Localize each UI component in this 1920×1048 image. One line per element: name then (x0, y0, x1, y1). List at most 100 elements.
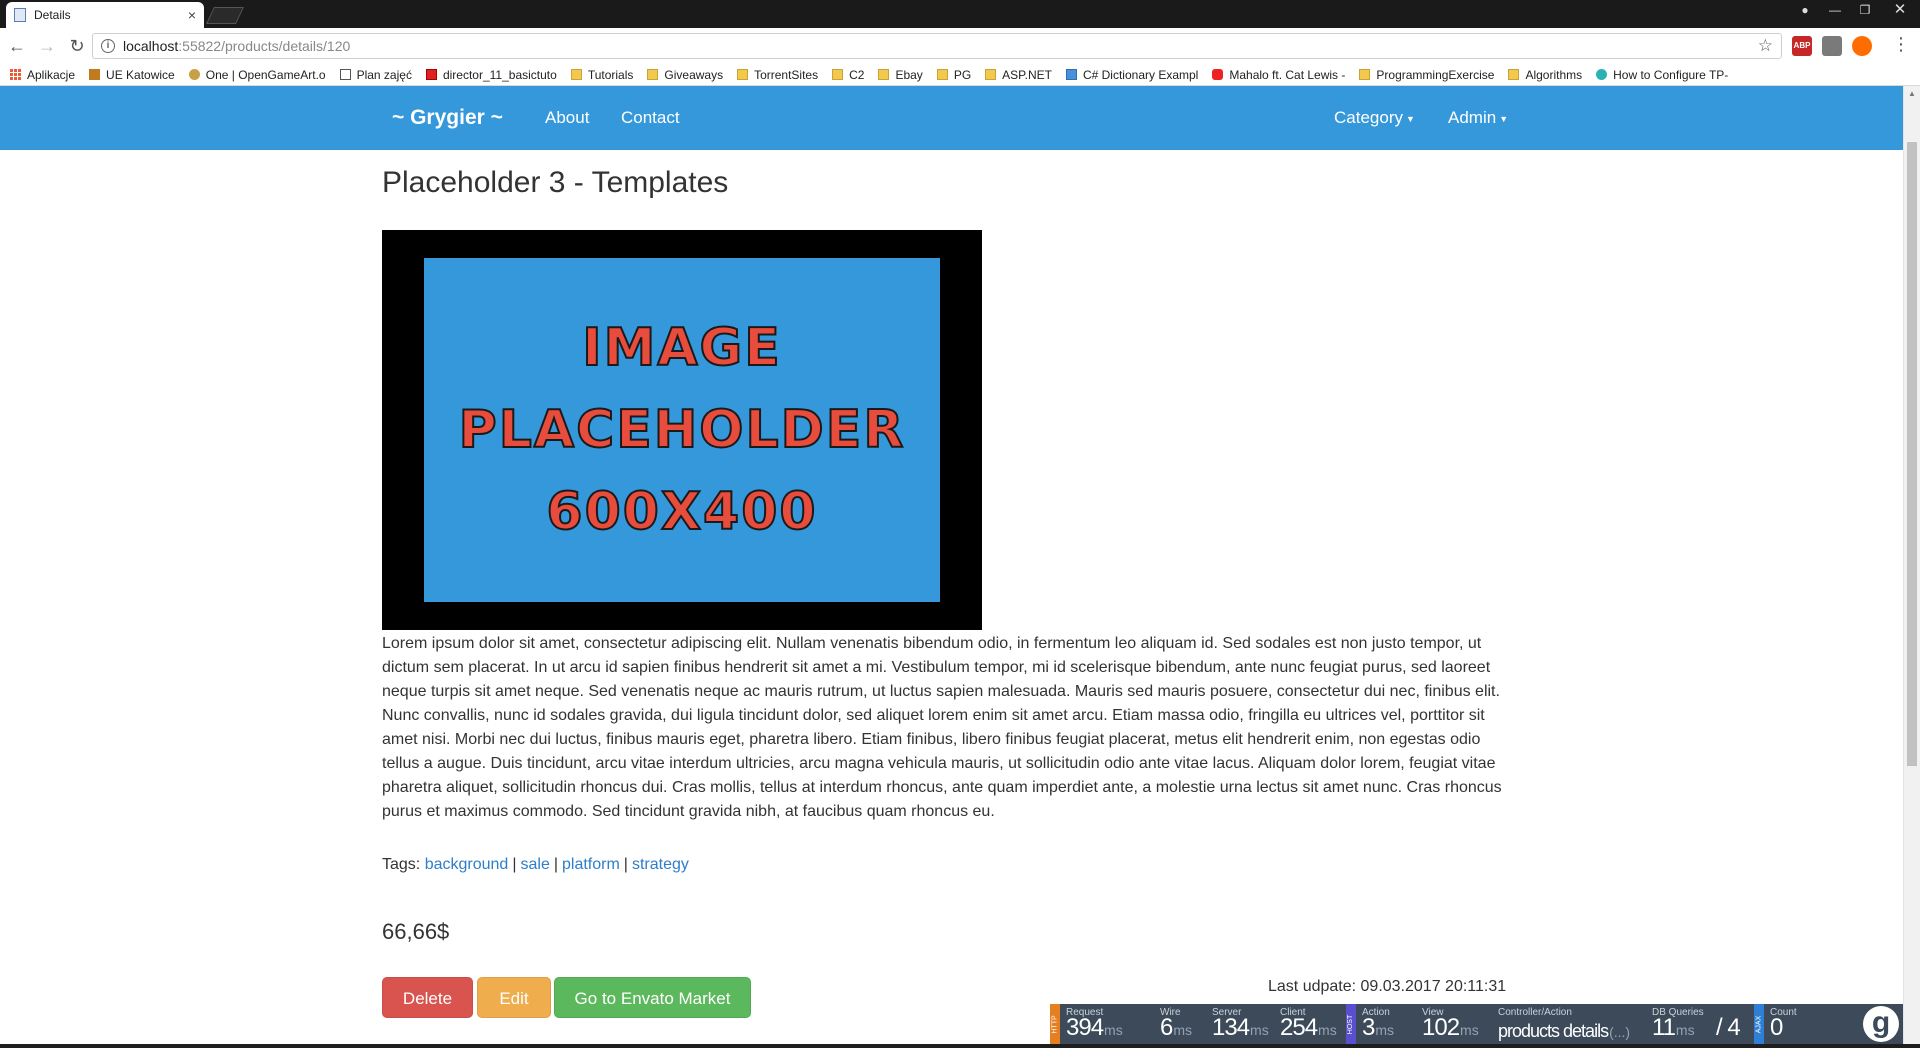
browser-menu-icon[interactable]: ⋮ (1892, 34, 1910, 55)
bookmark-folder[interactable]: TorrentSites (737, 68, 818, 82)
host-section-tab: HOST (1346, 1004, 1356, 1044)
bookmark-item[interactable]: How to Configure TP- (1596, 68, 1728, 82)
tag-link-platform[interactable]: platform (562, 856, 620, 873)
minimize-button[interactable]: — (1820, 0, 1850, 20)
http-section-tab: HTTP (1050, 1004, 1060, 1044)
delete-button[interactable]: Delete (382, 977, 473, 1018)
product-description: Lorem ipsum dolor sit amet, consectetur … (382, 635, 1502, 820)
caret-down-icon: ▼ (1405, 113, 1415, 124)
product-image: IMAGE PLACEHOLDER 600X400 (382, 230, 982, 630)
product-tags: Tags: background | sale | platform | strategy (382, 856, 689, 874)
site-navbar: ~ Grygier ~ About Contact Category ▼ Admi… (0, 86, 1903, 150)
adobe-icon (425, 69, 437, 80)
metric-ajax-count: Count 0 (1770, 1007, 1797, 1041)
tab-title: Details (34, 8, 71, 22)
bookmark-star-icon[interactable]: ☆ (1758, 36, 1773, 56)
bookmark-item[interactable]: C# Dictionary Exampl (1065, 68, 1198, 82)
metric-view: View 102ms (1422, 1007, 1479, 1041)
tag-link-strategy[interactable]: strategy (632, 856, 689, 873)
bookmark-item[interactable]: director_11_basictuto (425, 68, 557, 82)
edit-button[interactable]: Edit (477, 977, 551, 1018)
site-brand-link[interactable]: ~ Grygier ~ (392, 106, 503, 130)
site-icon (1065, 69, 1077, 80)
tag-separator: | (623, 856, 628, 873)
address-bar[interactable]: i localhost:55822/products/details/120 ☆ (92, 33, 1782, 59)
bookmark-folder[interactable]: Giveaways (647, 68, 723, 82)
url-path: :55822/products/details/120 (178, 38, 351, 54)
restore-button[interactable]: ❐ (1850, 0, 1880, 20)
metric-controller-action: Controller/Action products details(...) (1498, 1007, 1631, 1041)
tag-link-background[interactable]: background (425, 856, 509, 873)
envato-market-button[interactable]: Go to Envato Market (554, 977, 751, 1018)
bookmark-item[interactable]: UE Katowice (89, 68, 175, 82)
bookmark-folder[interactable]: Algorithms (1508, 68, 1582, 82)
page-title: Placeholder 3 - Templates (382, 166, 729, 199)
bookmark-item[interactable]: One | OpenGameArt.o (188, 68, 326, 82)
opengameart-icon (188, 69, 200, 80)
folder-icon (570, 69, 582, 80)
forward-arrow-icon[interactable]: → (34, 36, 60, 57)
adblock-plus-icon[interactable]: ABP (1792, 36, 1812, 56)
bookmarks-bar: Aplikacje UE Katowice One | OpenGameArt.… (0, 64, 1920, 86)
site-info-icon[interactable]: i (101, 39, 115, 53)
reload-icon[interactable]: ↻ (64, 36, 90, 57)
nav-contact-link[interactable]: Contact (621, 108, 680, 128)
nav-admin-dropdown[interactable]: Admin ▼ (1448, 108, 1508, 128)
url-host: localhost (123, 38, 179, 54)
apps-grid-icon (10, 69, 21, 80)
caret-down-icon: ▼ (1499, 113, 1509, 124)
bookmark-folder[interactable]: ProgrammingExercise (1359, 68, 1494, 82)
tag-separator: | (512, 856, 517, 873)
browser-tab-bar: Details × ● — ❐ ✕ (0, 0, 1920, 28)
bookmark-folder[interactable]: C2 (832, 68, 864, 82)
bookmark-folder[interactable]: Ebay (878, 68, 923, 82)
scrollbar-thumb[interactable] (1907, 142, 1917, 766)
ue-logo-icon (89, 69, 101, 80)
folder-icon (936, 69, 948, 80)
ajax-section-tab: AJAX (1754, 1004, 1764, 1044)
close-window-button[interactable]: ✕ (1880, 0, 1920, 20)
image-placeholder: IMAGE PLACEHOLDER 600X400 (424, 258, 940, 602)
placeholder-text-line: PLACEHOLDER (458, 399, 906, 461)
metric-server: Server 134ms (1212, 1007, 1269, 1041)
close-tab-icon[interactable]: × (188, 7, 196, 23)
page-icon (339, 69, 351, 80)
folder-icon (878, 69, 890, 80)
browser-tab-details[interactable]: Details × (6, 2, 204, 28)
scroll-up-arrow-icon[interactable]: ▲ (1904, 86, 1920, 102)
back-arrow-icon[interactable]: ← (4, 36, 30, 57)
bookmark-item[interactable]: Plan zajęć (339, 68, 412, 82)
bookmark-folder[interactable]: Tutorials (570, 68, 633, 82)
tags-label: Tags: (382, 856, 421, 873)
nav-category-dropdown[interactable]: Category ▼ (1334, 108, 1415, 128)
metric-db-count: / 4 (1716, 1014, 1741, 1041)
bookmark-item[interactable]: Aplikacje (10, 68, 75, 82)
page-scrollbar[interactable]: ▲ (1903, 86, 1920, 1048)
folder-icon (985, 69, 997, 80)
pdf-extension-icon[interactable] (1822, 36, 1842, 56)
window-controls: ● — ❐ ✕ (1790, 0, 1920, 20)
orange-extension-icon[interactable] (1852, 36, 1872, 56)
placeholder-text-line: IMAGE (581, 317, 782, 379)
glimpse-logo-icon[interactable]: g (1863, 1006, 1899, 1042)
metric-request: Request 394ms (1066, 1007, 1123, 1041)
metric-action: Action 3ms (1362, 1007, 1395, 1041)
browser-toolbar: ← → ↻ i localhost:55822/products/details… (0, 28, 1920, 64)
metric-client: Client 254ms (1280, 1007, 1337, 1041)
tag-link-sale[interactable]: sale (520, 856, 549, 873)
folder-icon (1508, 69, 1520, 80)
metric-db-queries: DB Queries 11ms (1652, 1007, 1704, 1041)
page-favicon-icon (14, 8, 26, 22)
bookmark-folder[interactable]: PG (936, 68, 971, 82)
taskbar-strip (0, 1044, 1920, 1048)
bookmark-item[interactable]: Mahalo ft. Cat Lewis - (1212, 68, 1345, 82)
new-tab-button[interactable] (206, 7, 244, 24)
extension-icons: ABP (1792, 36, 1872, 56)
nav-about-link[interactable]: About (545, 108, 589, 128)
folder-icon (1359, 69, 1371, 80)
tp-link-icon (1596, 69, 1608, 80)
glimpse-toolbar[interactable]: HTTP Request 394ms Wire 6ms Server 134ms Cl… (1050, 1004, 1903, 1044)
bookmark-folder[interactable]: ASP.NET (985, 68, 1052, 82)
youtube-icon (1212, 69, 1224, 80)
profile-icon[interactable]: ● (1790, 0, 1820, 20)
